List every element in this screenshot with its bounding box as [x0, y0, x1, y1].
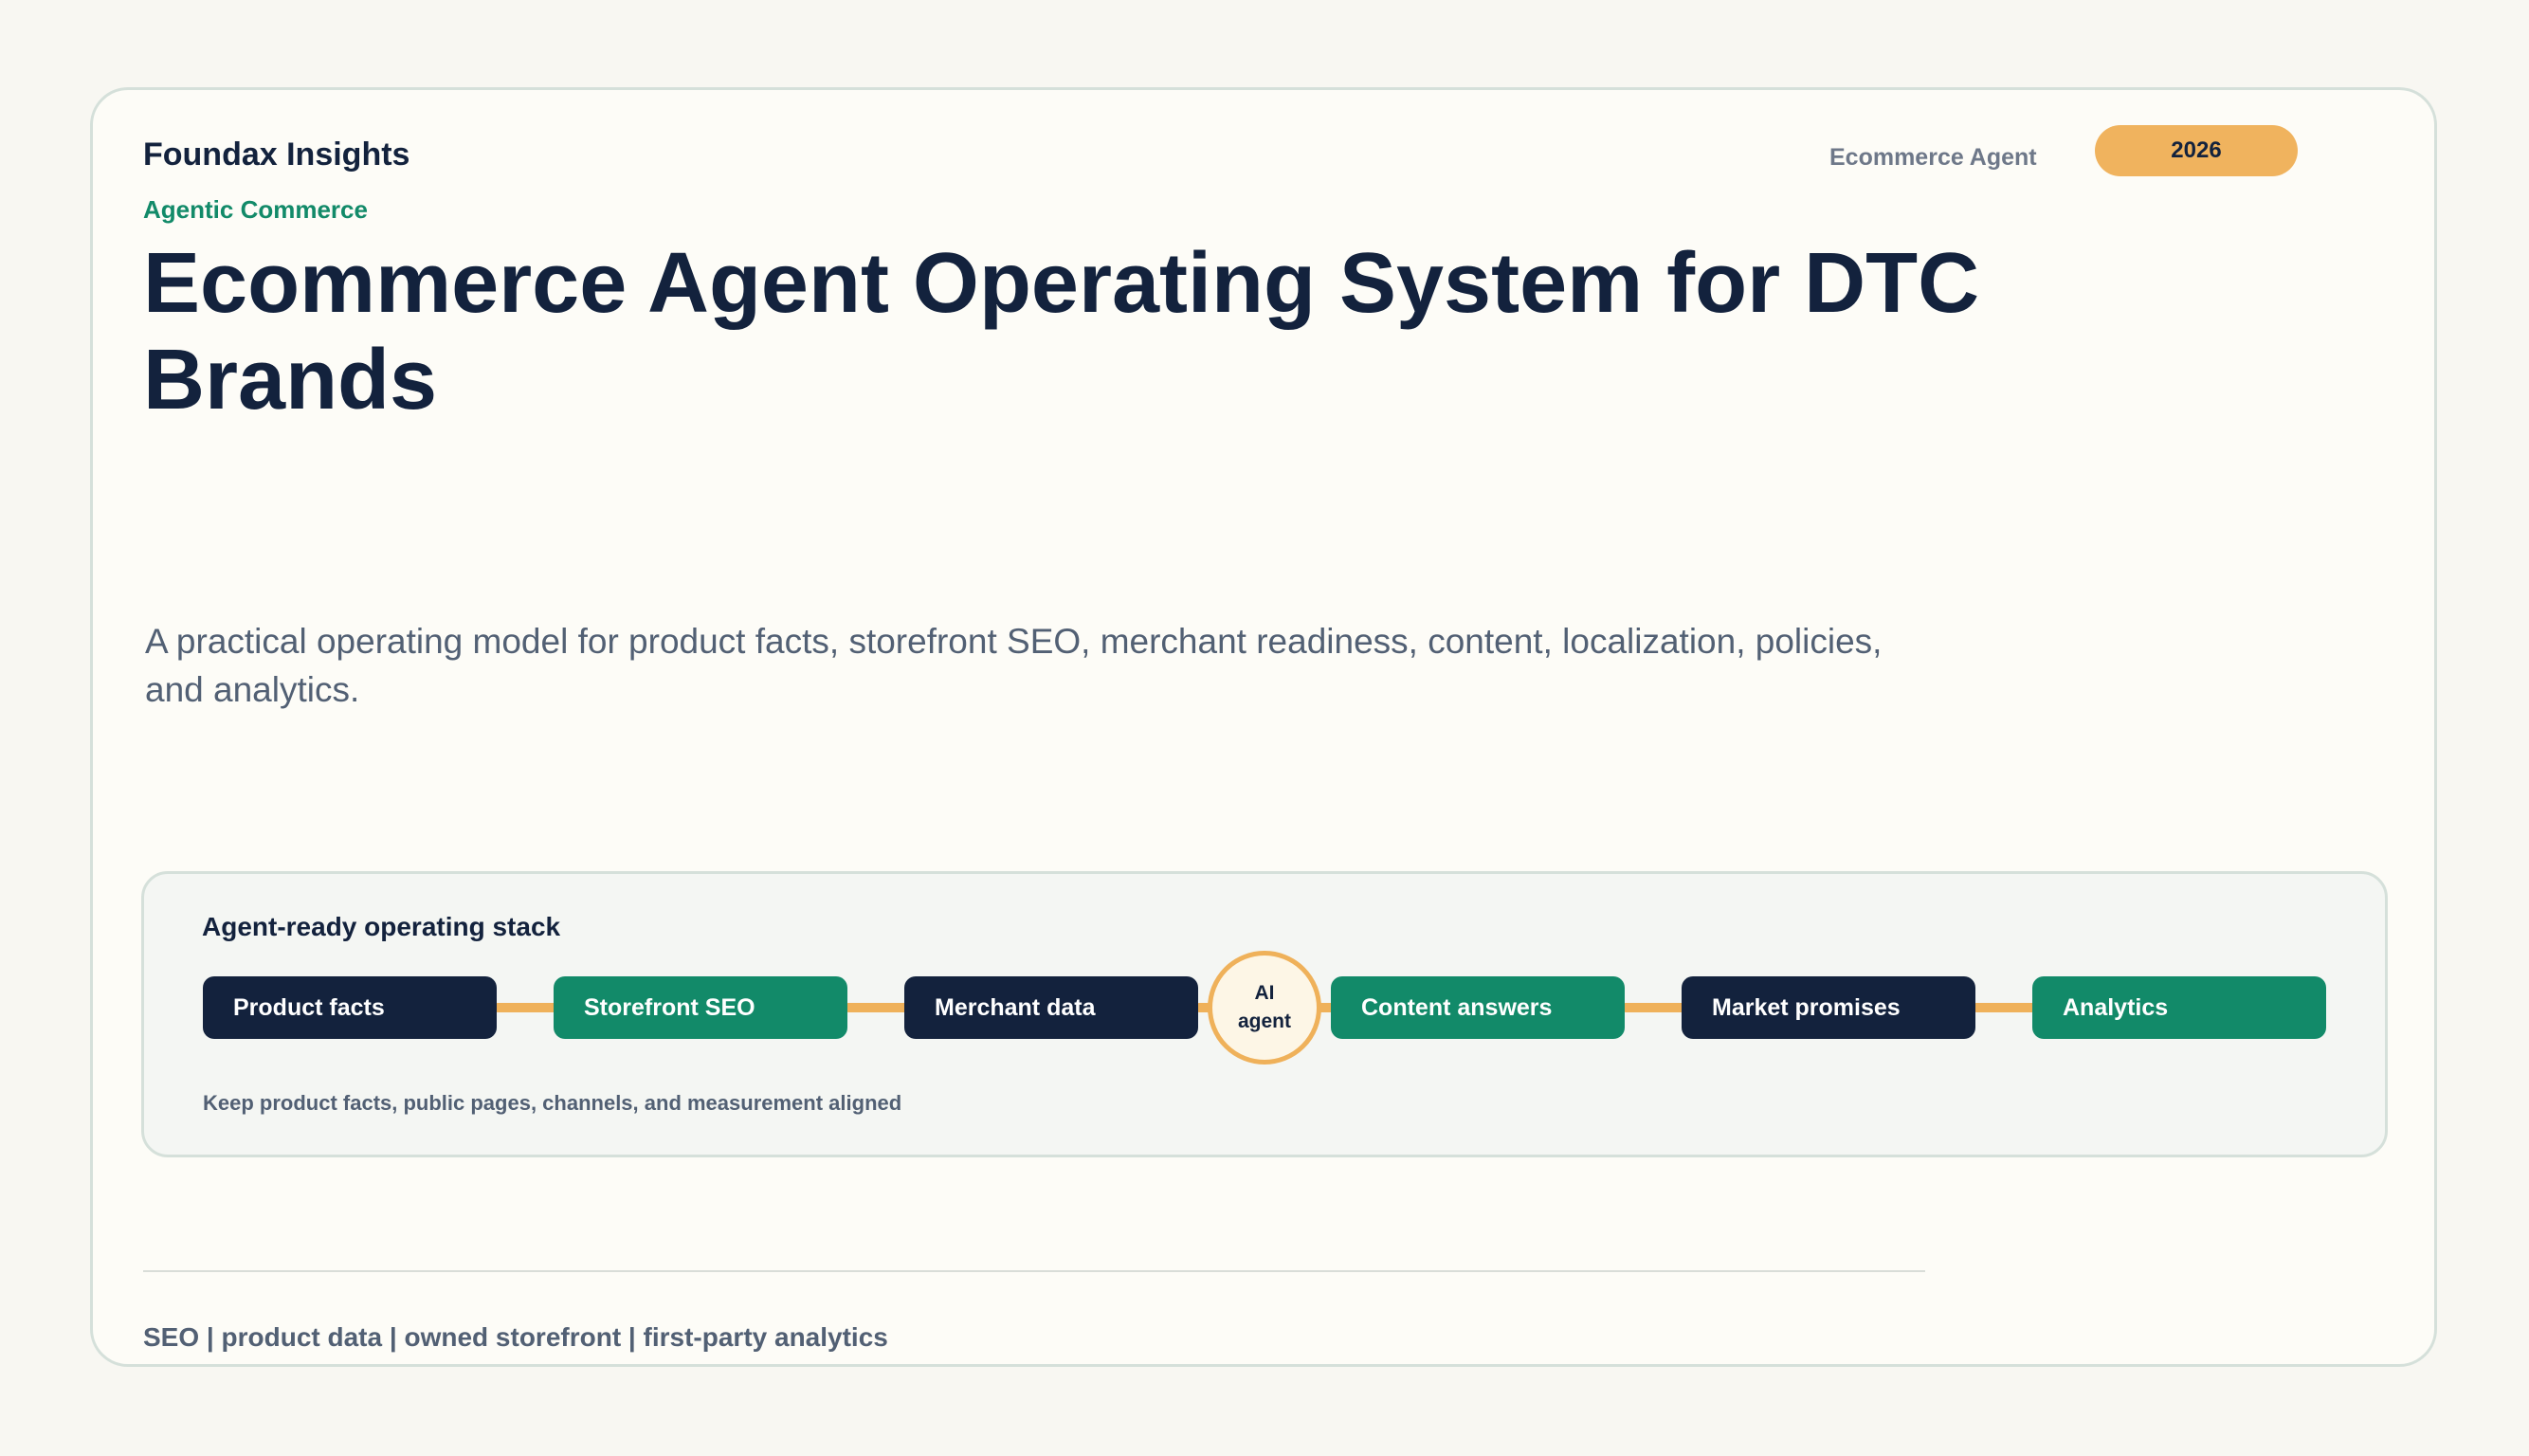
header-label: Ecommerce Agent — [1829, 144, 2037, 171]
connector-5 — [1621, 1003, 1687, 1012]
year-badge: 2026 — [2095, 125, 2298, 176]
connector-6 — [1972, 1003, 2038, 1012]
section-kicker: Agentic Commerce — [143, 195, 368, 224]
brand-name: Foundax Insights — [143, 136, 410, 173]
footer-divider — [143, 1270, 1925, 1272]
ai-agent-hub: AI agent — [1208, 951, 1321, 1065]
stack-node-merchant-data: Merchant data — [904, 976, 1198, 1039]
connector-2 — [844, 1003, 910, 1012]
hub-label-line-2: agent — [1237, 1010, 1291, 1032]
stack-node-product-facts: Product facts — [203, 976, 497, 1039]
stack-title: Agent-ready operating stack — [202, 912, 561, 941]
page-subtitle: A practical operating model for product … — [145, 622, 1883, 709]
page-title: Ecommerce Agent Operating System for DTC… — [143, 236, 1980, 428]
stack-node-analytics: Analytics — [2032, 976, 2326, 1039]
stack-node-storefront-seo: Storefront SEO — [554, 976, 847, 1039]
connector-1 — [493, 1003, 559, 1012]
hub-label-line-1: AI — [1254, 982, 1275, 1004]
stack-node-market-promises: Market promises — [1682, 976, 1975, 1039]
stack-node-content-answers: Content answers — [1331, 976, 1625, 1039]
stack-note: Keep product facts, public pages, channe… — [203, 1091, 902, 1115]
footer-tags: SEO | product data | owned storefront | … — [143, 1322, 888, 1352]
